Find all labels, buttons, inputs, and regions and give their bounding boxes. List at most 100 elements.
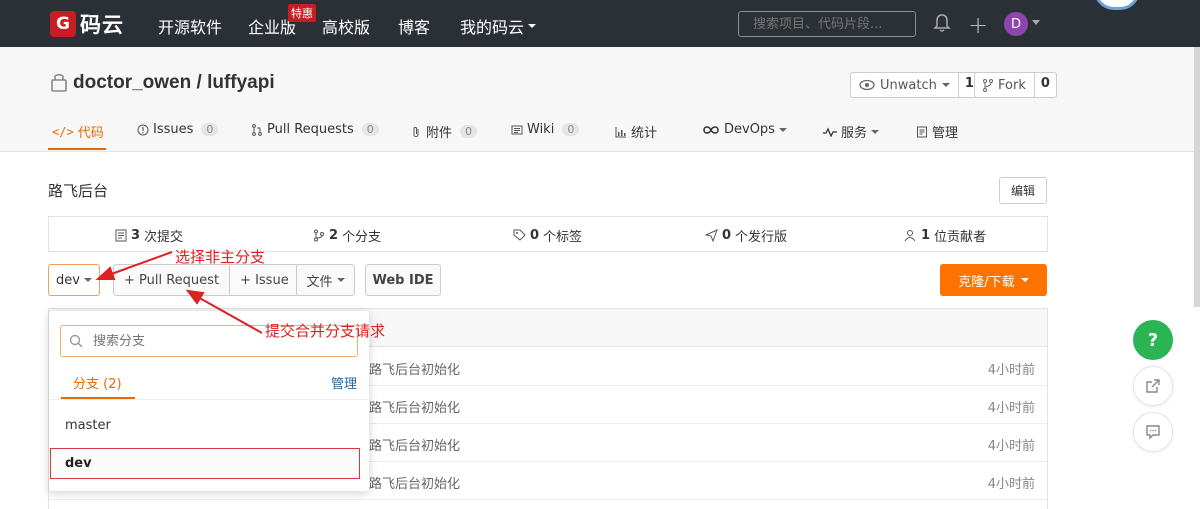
tab-branches[interactable]: 分支 (2) bbox=[73, 373, 122, 392]
stat-tags[interactable]: 0 个标签 bbox=[513, 226, 582, 245]
fork-label: Fork bbox=[998, 77, 1026, 93]
new-issue-button[interactable]: + Issue bbox=[229, 265, 299, 295]
file-label: 文件 bbox=[306, 274, 333, 290]
branch-icon bbox=[314, 229, 324, 242]
send-icon bbox=[705, 229, 718, 242]
chevron-down-icon bbox=[941, 83, 950, 87]
repo-title[interactable]: doctor_owen / luffyapi bbox=[73, 72, 275, 94]
branch-option-dev[interactable]: dev bbox=[50, 448, 360, 479]
top-navbar: G 码云 开源软件 企业版 特惠 高校版 博客 我的码云 + D bbox=[0, 0, 1200, 47]
plus-icon[interactable]: + bbox=[968, 11, 988, 39]
commit-time: 4小时前 bbox=[987, 401, 1035, 416]
tab-label: DevOps bbox=[724, 122, 775, 137]
file-menu-button[interactable]: 文件 bbox=[296, 264, 355, 296]
active-tab-indicator bbox=[48, 148, 106, 150]
divider bbox=[49, 399, 369, 400]
attachments-count-badge: 0 bbox=[460, 125, 478, 138]
pulse-icon bbox=[823, 126, 837, 137]
contributors-icon bbox=[904, 230, 916, 242]
eye-icon bbox=[859, 79, 875, 91]
stat-label: 个标签 bbox=[543, 230, 583, 245]
comment-icon bbox=[1146, 425, 1160, 440]
nav-open-source[interactable]: 开源软件 bbox=[158, 14, 222, 38]
stat-number: 0 bbox=[530, 228, 540, 243]
commit-icon bbox=[115, 229, 127, 242]
branch-name: dev bbox=[56, 272, 80, 288]
stat-contributors[interactable]: 1 位贡献者 bbox=[903, 226, 986, 245]
pr-count-badge: 0 bbox=[361, 123, 379, 136]
infinity-icon bbox=[703, 125, 719, 134]
stat-commits[interactable]: 3 次提交 bbox=[115, 226, 183, 245]
logo-mark: G bbox=[50, 11, 76, 37]
commit-time: 4小时前 bbox=[987, 363, 1035, 378]
tab-label: 服务 bbox=[841, 126, 868, 141]
tab-attachments[interactable]: 附件 0 bbox=[410, 122, 478, 141]
search-icon bbox=[69, 334, 83, 348]
clone-download-button[interactable]: 克隆/下载 bbox=[940, 264, 1047, 296]
tab-pull-requests[interactable]: Pull Requests 0 bbox=[251, 122, 379, 137]
edit-description-button[interactable]: 编辑 bbox=[999, 177, 1047, 204]
tab-statistics[interactable]: 统计 bbox=[615, 122, 657, 141]
commit-message[interactable]: 路飞后台初始化 bbox=[369, 435, 460, 454]
wiki-icon bbox=[511, 125, 523, 134]
stat-label: 个发行版 bbox=[735, 230, 788, 245]
comment-button[interactable] bbox=[1133, 412, 1173, 452]
tab-label: 附件 bbox=[426, 126, 453, 141]
fork-count[interactable]: 0 bbox=[1035, 73, 1056, 97]
chevron-down-icon bbox=[83, 278, 92, 282]
branch-option-label: dev bbox=[65, 456, 92, 471]
manage-icon bbox=[917, 126, 927, 137]
chevron-down-icon bbox=[1020, 278, 1029, 282]
commit-message[interactable]: 路飞后台初始化 bbox=[369, 397, 460, 416]
chevron-down-icon bbox=[336, 278, 345, 282]
tab-label: Wiki bbox=[527, 122, 555, 137]
chevron-down-icon bbox=[528, 24, 537, 28]
page-scrollbar[interactable] bbox=[1194, 47, 1200, 307]
avatar[interactable]: D bbox=[1004, 12, 1028, 36]
stat-branches[interactable]: 2 个分支 bbox=[313, 226, 381, 245]
stat-label: 个分支 bbox=[342, 230, 382, 245]
gitee-logo[interactable]: G 码云 bbox=[50, 10, 124, 38]
commit-message[interactable]: 路飞后台初始化 bbox=[369, 473, 460, 492]
unwatch-button[interactable]: Unwatch bbox=[851, 73, 959, 97]
tab-code[interactable]: </> 代码 bbox=[52, 122, 104, 142]
new-pull-request-button[interactable]: + Pull Request bbox=[114, 265, 229, 295]
fork-button[interactable]: Fork bbox=[975, 73, 1035, 97]
stat-number: 2 bbox=[329, 228, 339, 243]
branch-option-master[interactable]: master bbox=[65, 418, 111, 433]
commit-message[interactable]: 路飞后台初始化 bbox=[369, 359, 460, 378]
bell-icon[interactable] bbox=[933, 13, 951, 33]
nav-my-gitee[interactable]: 我的码云 bbox=[460, 14, 537, 38]
promo-badge: 特惠 bbox=[288, 4, 316, 22]
help-button[interactable]: ? bbox=[1133, 320, 1173, 360]
tag-icon bbox=[513, 229, 526, 241]
pr-issue-group: + Pull Request + Issue bbox=[113, 264, 300, 296]
tab-manage[interactable]: 管理 bbox=[916, 122, 958, 141]
stat-label: 位贡献者 bbox=[934, 230, 987, 245]
share-button[interactable] bbox=[1133, 366, 1173, 406]
logo-text: 码云 bbox=[80, 13, 124, 37]
lock-icon bbox=[51, 73, 67, 92]
pull-request-icon bbox=[252, 123, 262, 136]
repo-header: doctor_owen / luffyapi Unwatch 1 Fork 0 … bbox=[0, 47, 1200, 152]
stat-releases[interactable]: 0 个发行版 bbox=[705, 226, 787, 245]
nav-blog[interactable]: 博客 bbox=[398, 14, 430, 38]
tab-issues[interactable]: Issues 0 bbox=[137, 122, 219, 137]
fork-icon bbox=[983, 78, 993, 92]
tab-wiki[interactable]: Wiki 0 bbox=[511, 122, 580, 137]
tab-devops[interactable]: DevOps bbox=[702, 122, 787, 137]
global-search-input[interactable] bbox=[738, 11, 916, 37]
nav-university[interactable]: 高校版 bbox=[322, 14, 370, 38]
unwatch-button-group: Unwatch 1 bbox=[850, 72, 981, 98]
stat-number: 3 bbox=[131, 228, 141, 243]
branch-selector[interactable]: dev bbox=[48, 264, 100, 296]
chevron-down-icon[interactable] bbox=[1032, 20, 1040, 25]
tab-services[interactable]: 服务 bbox=[823, 122, 880, 141]
commit-time: 4小时前 bbox=[987, 477, 1035, 492]
manage-branches-link[interactable]: 管理 bbox=[331, 373, 357, 392]
tab-label: 管理 bbox=[932, 126, 959, 141]
commit-time: 4小时前 bbox=[987, 439, 1035, 454]
web-ide-button[interactable]: Web IDE bbox=[365, 264, 441, 296]
fork-button-group: Fork 0 bbox=[974, 72, 1057, 98]
wiki-count-badge: 0 bbox=[562, 123, 580, 136]
